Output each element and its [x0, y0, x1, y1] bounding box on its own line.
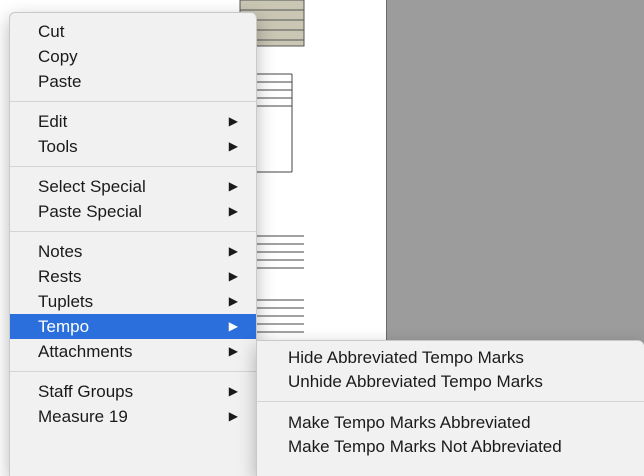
- submenu-item-label: Make Tempo Marks Abbreviated: [288, 413, 531, 432]
- menu-item-label: Copy: [38, 47, 78, 66]
- submenu-arrow-icon: ▶: [228, 344, 238, 358]
- submenu-item-label: Hide Abbreviated Tempo Marks: [288, 348, 524, 367]
- menu-item-edit[interactable]: Edit ▶: [10, 109, 256, 134]
- submenu-arrow-icon: ▶: [228, 204, 238, 218]
- menu-item-label: Tools: [38, 137, 78, 156]
- submenu-arrow-icon: ▶: [228, 269, 238, 283]
- menu-item-attachments[interactable]: Attachments ▶: [10, 339, 256, 364]
- submenu-arrow-icon: ▶: [228, 114, 238, 128]
- submenu-item-hide-abbreviated-tempo-marks[interactable]: Hide Abbreviated Tempo Marks: [257, 346, 644, 370]
- menu-item-staff-groups[interactable]: Staff Groups ▶: [10, 379, 256, 404]
- menu-item-label: Rests: [38, 267, 82, 286]
- menu-item-paste-special[interactable]: Paste Special ▶: [10, 199, 256, 224]
- menu-item-label: Edit: [38, 112, 68, 131]
- submenu-arrow-icon: ▶: [228, 319, 238, 333]
- menu-item-tempo[interactable]: Tempo ▶: [10, 314, 256, 339]
- submenu-arrow-icon: ▶: [228, 409, 238, 423]
- menu-item-paste[interactable]: Paste: [10, 69, 256, 94]
- menu-item-select-special[interactable]: Select Special ▶: [10, 174, 256, 199]
- submenu-arrow-icon: ▶: [228, 179, 238, 193]
- submenu-arrow-icon: ▶: [228, 244, 238, 258]
- menu-separator: [10, 166, 256, 167]
- menu-separator: [10, 231, 256, 232]
- menu-item-label: Notes: [38, 242, 83, 261]
- menu-item-label: Attachments: [38, 342, 133, 361]
- menu-item-label: Cut: [38, 22, 65, 41]
- menu-item-rests[interactable]: Rests ▶: [10, 264, 256, 289]
- menu-item-label: Measure 19: [38, 407, 128, 426]
- menu-item-copy[interactable]: Copy: [10, 44, 256, 69]
- menu-item-label: Paste Special: [38, 202, 142, 221]
- submenu-item-make-tempo-marks-not-abbreviated[interactable]: Make Tempo Marks Not Abbreviated: [257, 435, 644, 459]
- submenu-item-label: Make Tempo Marks Not Abbreviated: [288, 437, 562, 456]
- menu-separator: [10, 371, 256, 372]
- submenu-arrow-icon: ▶: [228, 139, 238, 153]
- menu-item-measure-19[interactable]: Measure 19 ▶: [10, 404, 256, 429]
- context-menu: Cut Copy Paste Edit ▶ Tools ▶ Select Special ▶ Pa…: [9, 12, 257, 476]
- submenu-arrow-icon: ▶: [228, 384, 238, 398]
- submenu-arrow-icon: ▶: [228, 294, 238, 308]
- menu-item-label: Tuplets: [38, 292, 94, 311]
- menu-item-label: Tempo: [38, 317, 90, 336]
- menu-item-label: Staff Groups: [38, 382, 134, 401]
- submenu-item-make-tempo-marks-abbreviated[interactable]: Make Tempo Marks Abbreviated: [257, 411, 644, 435]
- menu-separator: [257, 401, 644, 402]
- submenu-item-unhide-abbreviated-tempo-marks[interactable]: Unhide Abbreviated Tempo Marks: [257, 370, 644, 394]
- menu-item-label: Paste: [38, 72, 82, 91]
- menu-item-tools[interactable]: Tools ▶: [10, 134, 256, 159]
- menu-item-tuplets[interactable]: Tuplets ▶: [10, 289, 256, 314]
- menu-item-cut[interactable]: Cut: [10, 19, 256, 44]
- menu-separator: [10, 101, 256, 102]
- submenu-item-label: Unhide Abbreviated Tempo Marks: [288, 372, 543, 391]
- menu-item-label: Select Special: [38, 177, 146, 196]
- tempo-submenu: Hide Abbreviated Tempo Marks Unhide Abbre…: [256, 340, 644, 476]
- menu-item-notes[interactable]: Notes ▶: [10, 239, 256, 264]
